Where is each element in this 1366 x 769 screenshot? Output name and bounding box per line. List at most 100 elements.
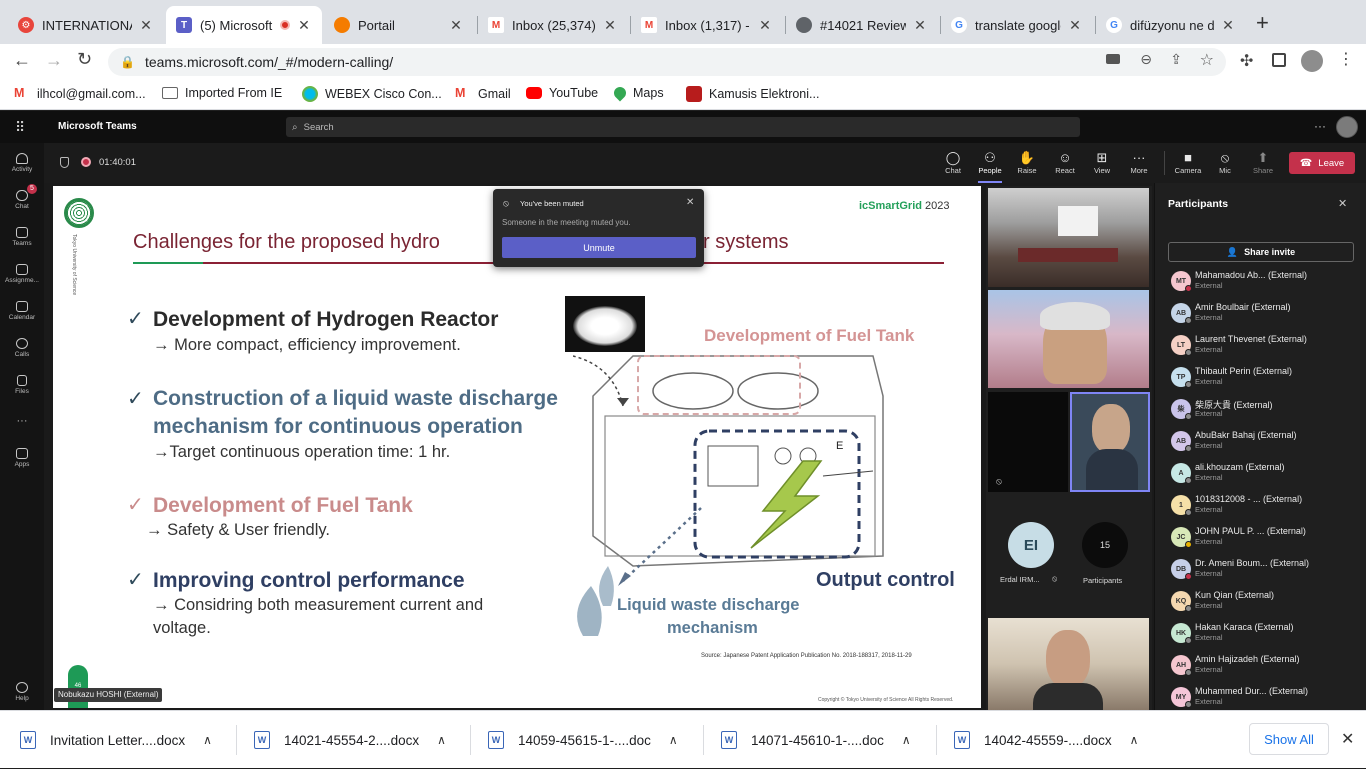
new-tab-button[interactable]: + (1256, 10, 1269, 36)
raise-hand-button[interactable]: ✋ Raise (1009, 150, 1045, 175)
bookmark-star-icon[interactable]: ☆ (1200, 50, 1214, 70)
participant-row[interactable]: LT Laurent Thevenet (External) External (1167, 332, 1362, 362)
extensions-icon[interactable]: ✣ (1240, 51, 1253, 71)
participant-row[interactable]: AB AbuBakr Bahaj (External) External (1167, 428, 1362, 458)
browser-menu-icon[interactable]: ⋮ (1338, 49, 1354, 69)
rail-item-files[interactable]: Files (0, 375, 44, 395)
video-tile-participant[interactable] (988, 290, 1149, 388)
rail-item-help[interactable]: Help (0, 682, 44, 702)
video-tile-speaker[interactable] (1070, 392, 1150, 492)
bookmark-item[interactable]: WEBEX Cisco Con... (302, 86, 442, 102)
leave-button[interactable]: ☎ Leave (1289, 152, 1355, 174)
chat-button[interactable]: ◯ Chat (935, 150, 971, 175)
more-button[interactable]: ··· More (1121, 150, 1157, 175)
zoom-icon[interactable]: ⊖ (1140, 51, 1152, 68)
close-tab-icon[interactable]: ✕ (1067, 17, 1083, 34)
user-avatar[interactable] (1336, 116, 1358, 138)
browser-tab[interactable]: M Inbox (1,317) - I ✕ (631, 6, 783, 44)
address-bar[interactable]: 🔒 teams.microsoft.com/_#/modern-calling/… (108, 48, 1226, 76)
close-tab-icon[interactable]: ✕ (296, 17, 312, 34)
bookmark-item[interactable]: YouTube (526, 86, 598, 100)
close-tab-icon[interactable]: ✕ (912, 17, 928, 34)
close-icon[interactable]: ✕ (686, 197, 694, 208)
forward-button[interactable]: → (45, 50, 63, 71)
close-tab-icon[interactable]: ✕ (448, 17, 464, 34)
chevron-up-icon[interactable]: ∧ (437, 733, 446, 747)
participant-row[interactable]: HK Hakan Karaca (External) External (1167, 620, 1362, 650)
participant-row[interactable]: AB Amir Boulbair (External) External (1167, 300, 1362, 330)
chevron-up-icon[interactable]: ∧ (669, 733, 678, 747)
browser-tab-active[interactable]: T (5) Microsoft ✕ (166, 6, 322, 44)
download-item[interactable]: W 14071-45610-1-....doc ∧ (721, 711, 911, 769)
browser-tab[interactable]: G difüzyonu ne de ✕ (1096, 6, 1246, 44)
bookmark-item[interactable]: Kamusis Elektroni... (686, 86, 819, 102)
participant-row[interactable]: JC JOHN PAUL P. ... (External) External (1167, 524, 1362, 554)
video-tile-participant[interactable] (988, 618, 1149, 710)
view-button[interactable]: ⊞ View (1084, 150, 1120, 175)
kamusis-icon (686, 86, 702, 102)
participant-name: Laurent Thevenet (External) (1195, 334, 1307, 344)
bookmark-item[interactable]: Milhcol@gmail.com... (14, 86, 146, 102)
rail-item-activity[interactable]: Activity (0, 153, 44, 173)
unmute-button[interactable]: Unmute (502, 237, 696, 258)
camera-button[interactable]: ■ Camera (1170, 150, 1206, 175)
close-tab-icon[interactable]: ✕ (138, 17, 154, 34)
browser-tab[interactable]: M Inbox (25,374) ✕ (478, 6, 628, 44)
more-options-icon[interactable]: ··· (1314, 119, 1326, 133)
close-tab-icon[interactable]: ✕ (602, 17, 618, 34)
react-button[interactable]: ☺ React (1047, 150, 1083, 175)
share-invite-button[interactable]: 👤 Share invite (1168, 242, 1354, 262)
bookmark-item[interactable]: Imported From IE (162, 86, 282, 100)
download-item[interactable]: W 14042-45559-....docx ∧ (954, 711, 1138, 769)
downloads-shelf: W Invitation Letter....docx ∧ W 14021-45554… (0, 710, 1366, 768)
show-all-button[interactable]: Show All (1249, 723, 1329, 755)
browser-tab[interactable]: Portail ✕ (324, 6, 474, 44)
video-tile-dark[interactable]: ⦸ (988, 392, 1068, 492)
rail-item-calendar[interactable]: Calendar (0, 301, 44, 321)
download-item[interactable]: W 14021-45554-2....docx ∧ (254, 711, 446, 769)
participant-row[interactable]: DB Dr. Ameni Boum... (External) External (1167, 556, 1362, 586)
rail-item-chat[interactable]: Chat 5 (0, 184, 44, 210)
mic-button[interactable]: ⦸ Mic (1207, 150, 1243, 175)
participant-row[interactable]: MT Mahamadou Ab... (External) External (1167, 268, 1362, 298)
search-input[interactable]: ⌕ Search (286, 117, 1080, 137)
participant-avatar[interactable]: EI (1008, 522, 1054, 568)
download-item[interactable]: W Invitation Letter....docx ∧ (20, 711, 212, 769)
close-tab-icon[interactable]: ✕ (1220, 17, 1236, 34)
profile-avatar[interactable] (1301, 50, 1323, 72)
back-button[interactable]: ← (13, 50, 31, 71)
share-button[interactable]: ⬆ Share (1245, 150, 1281, 175)
participant-row[interactable]: 1 1018312008 - ... (External) External (1167, 492, 1362, 522)
close-shelf-icon[interactable]: ✕ (1341, 729, 1354, 749)
people-button[interactable]: ⚇ People (972, 150, 1008, 183)
chevron-up-icon[interactable]: ∧ (902, 733, 911, 747)
camera-blocked-icon[interactable] (1106, 54, 1120, 64)
app-launcher-icon[interactable]: ⠿ (15, 119, 26, 136)
presence-dot (1185, 573, 1192, 580)
video-tile-room[interactable] (988, 188, 1149, 287)
bookmark-item[interactable]: Maps (611, 84, 664, 102)
participant-row[interactable]: TP Thibault Perin (External) External (1167, 364, 1362, 394)
browser-tab[interactable]: #14021 Review ✕ (786, 6, 938, 44)
participant-row[interactable]: 柴柴原大貴 (External) External (1167, 396, 1362, 426)
share-page-icon[interactable]: ⇪ (1170, 51, 1182, 68)
reload-button[interactable]: ↻ (77, 49, 92, 70)
close-panel-icon[interactable]: ✕ (1338, 197, 1347, 210)
download-item[interactable]: W 14059-45615-1-....doc ∧ (488, 711, 678, 769)
rail-more[interactable]: ··· (0, 415, 44, 427)
rail-item-teams[interactable]: Teams (0, 227, 44, 247)
participant-row[interactable]: AH Amin Hajizadeh (External) External (1167, 652, 1362, 682)
participant-row[interactable]: Aali.khouzam (External) External (1167, 460, 1362, 490)
rail-item-assignments[interactable]: Assignme... (0, 264, 44, 284)
participant-row[interactable]: KQ Kun Qian (External) External (1167, 588, 1362, 618)
chevron-up-icon[interactable]: ∧ (203, 733, 212, 747)
participants-count[interactable]: 15 (1082, 522, 1128, 568)
bookmark-item[interactable]: M Gmail (455, 86, 511, 102)
rail-item-apps[interactable]: Apps (0, 448, 44, 468)
side-panel-icon[interactable] (1272, 53, 1286, 67)
browser-tab[interactable]: G translate google ✕ (941, 6, 1093, 44)
close-tab-icon[interactable]: ✕ (757, 17, 773, 34)
chevron-up-icon[interactable]: ∧ (1130, 733, 1139, 747)
browser-tab[interactable]: ⚙ INTERNATIONAL ✕ (8, 6, 164, 44)
rail-item-calls[interactable]: Calls (0, 338, 44, 358)
